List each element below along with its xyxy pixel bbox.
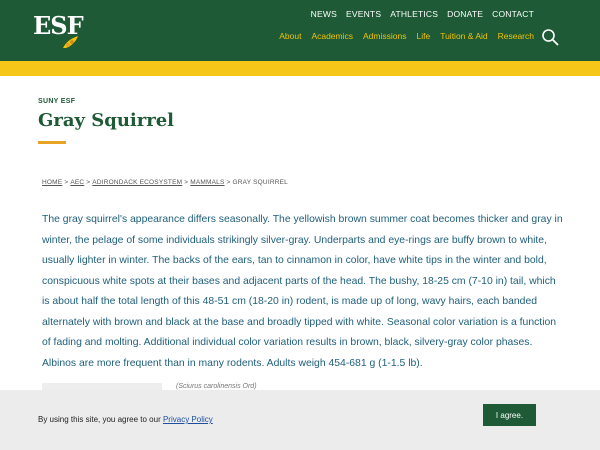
breadcrumb-home[interactable]: HOME (42, 179, 62, 186)
nav-research[interactable]: Research (498, 31, 534, 41)
nav-donate[interactable]: DONATE (447, 9, 483, 19)
nav-news[interactable]: NEWS (311, 9, 337, 19)
utility-nav: NEWS EVENTS ATHLETICS DONATE CONTACT (311, 9, 534, 19)
nav-about[interactable]: About (279, 31, 301, 41)
nav-academics[interactable]: Academics (311, 31, 353, 41)
site-header: ESF NEWS EVENTS ATHLETICS DONATE CONTACT… (0, 0, 600, 61)
accent-bar (0, 61, 600, 76)
nav-life[interactable]: Life (416, 31, 430, 41)
page-title: Gray Squirrel (38, 110, 175, 131)
breadcrumb-current: GRAY SQUIRREL (232, 179, 288, 186)
agree-button[interactable]: I agree. (483, 404, 536, 426)
breadcrumb-adirondack-ecosystem[interactable]: ADIRONDACK ECOSYSTEM (92, 179, 182, 186)
nav-athletics[interactable]: ATHLETICS (390, 9, 438, 19)
oak-leaf-icon (63, 36, 78, 48)
cookie-text: By using this site, you agree to our (38, 415, 163, 424)
species-description: The gray squirrel's appearance differs s… (42, 214, 563, 369)
cookie-banner: By using this site, you agree to our Pri… (0, 390, 600, 450)
breadcrumb: HOME > AEC > ADIRONDACK ECOSYSTEM > MAMMALS > GR… (42, 179, 288, 186)
nav-tuition-aid[interactable]: Tuition & Aid (440, 31, 487, 41)
eyebrow-label: SUNY ESF (38, 98, 76, 105)
cookie-message: By using this site, you agree to our Pri… (38, 415, 213, 424)
title-underline (38, 141, 66, 144)
privacy-policy-link[interactable]: Privacy Policy (163, 415, 213, 424)
nav-admissions[interactable]: Admissions (363, 31, 406, 41)
search-icon[interactable] (541, 28, 559, 46)
breadcrumb-separator: > (226, 179, 231, 186)
main-nav: About Academics Admissions Life Tuition … (279, 31, 534, 41)
breadcrumb-aec[interactable]: AEC (70, 179, 84, 186)
esf-logo[interactable]: ESF (33, 11, 84, 51)
figure-caption: (Sciurus carolinensis Ord) (176, 383, 257, 390)
nav-events[interactable]: EVENTS (346, 9, 381, 19)
breadcrumb-mammals[interactable]: MAMMALS (190, 179, 224, 186)
nav-contact[interactable]: CONTACT (492, 9, 534, 19)
